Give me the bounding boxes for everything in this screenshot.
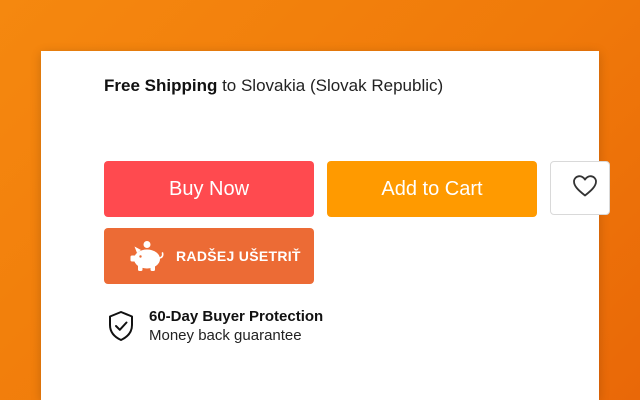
add-to-cart-button[interactable]: Add to Cart	[327, 161, 537, 217]
heart-icon	[572, 174, 598, 203]
piggy-bank-icon	[128, 240, 166, 272]
shipping-info: Free Shipping to Slovakia (Slovak Republ…	[104, 76, 443, 96]
free-shipping-label: Free Shipping	[104, 76, 218, 95]
wishlist-button[interactable]	[550, 161, 610, 215]
protection-text: 60-Day Buyer Protection Money back guara…	[149, 307, 323, 345]
shield-check-icon	[107, 310, 135, 342]
protection-title: 60-Day Buyer Protection	[149, 308, 324, 325]
buy-now-button[interactable]: Buy Now	[104, 161, 314, 217]
shipping-destination: to Slovakia (Slovak Republic)	[217, 76, 444, 95]
save-money-label: RADŠEJ UŠETRIŤ	[176, 248, 301, 264]
buyer-protection: 60-Day Buyer Protection Money back guara…	[107, 307, 323, 345]
save-money-button[interactable]: RADŠEJ UŠETRIŤ	[104, 228, 314, 284]
product-purchase-card: Free Shipping to Slovakia (Slovak Republ…	[41, 51, 610, 400]
protection-subtitle: Money back guarantee	[149, 327, 302, 344]
